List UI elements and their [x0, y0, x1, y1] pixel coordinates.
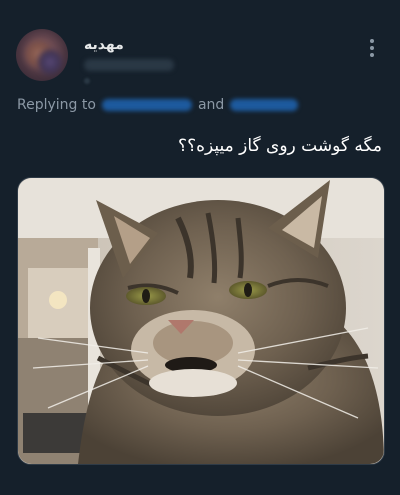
- replying-to-row: Replying to and: [17, 97, 304, 113]
- author-extra-blurred: [84, 78, 90, 84]
- more-icon-dot: [370, 46, 374, 50]
- replying-and-label: and: [197, 97, 225, 113]
- tweet-text: مگه گوشت روی گاز میپزه؟؟: [178, 136, 382, 156]
- author-name[interactable]: مهدیه: [84, 37, 124, 53]
- more-icon-dot: [370, 53, 374, 57]
- avatar-blur: [38, 49, 62, 75]
- author-handle-blurred[interactable]: [84, 59, 174, 71]
- avatar[interactable]: [16, 29, 68, 81]
- mention-link-blurred[interactable]: [101, 99, 192, 111]
- replying-to-label: Replying to: [17, 97, 96, 113]
- mention-link-blurred[interactable]: [230, 99, 299, 111]
- tweet-image[interactable]: [17, 177, 385, 465]
- more-options-button[interactable]: [360, 36, 384, 60]
- cat-photo-icon: [18, 178, 384, 464]
- more-icon-dot: [370, 39, 374, 43]
